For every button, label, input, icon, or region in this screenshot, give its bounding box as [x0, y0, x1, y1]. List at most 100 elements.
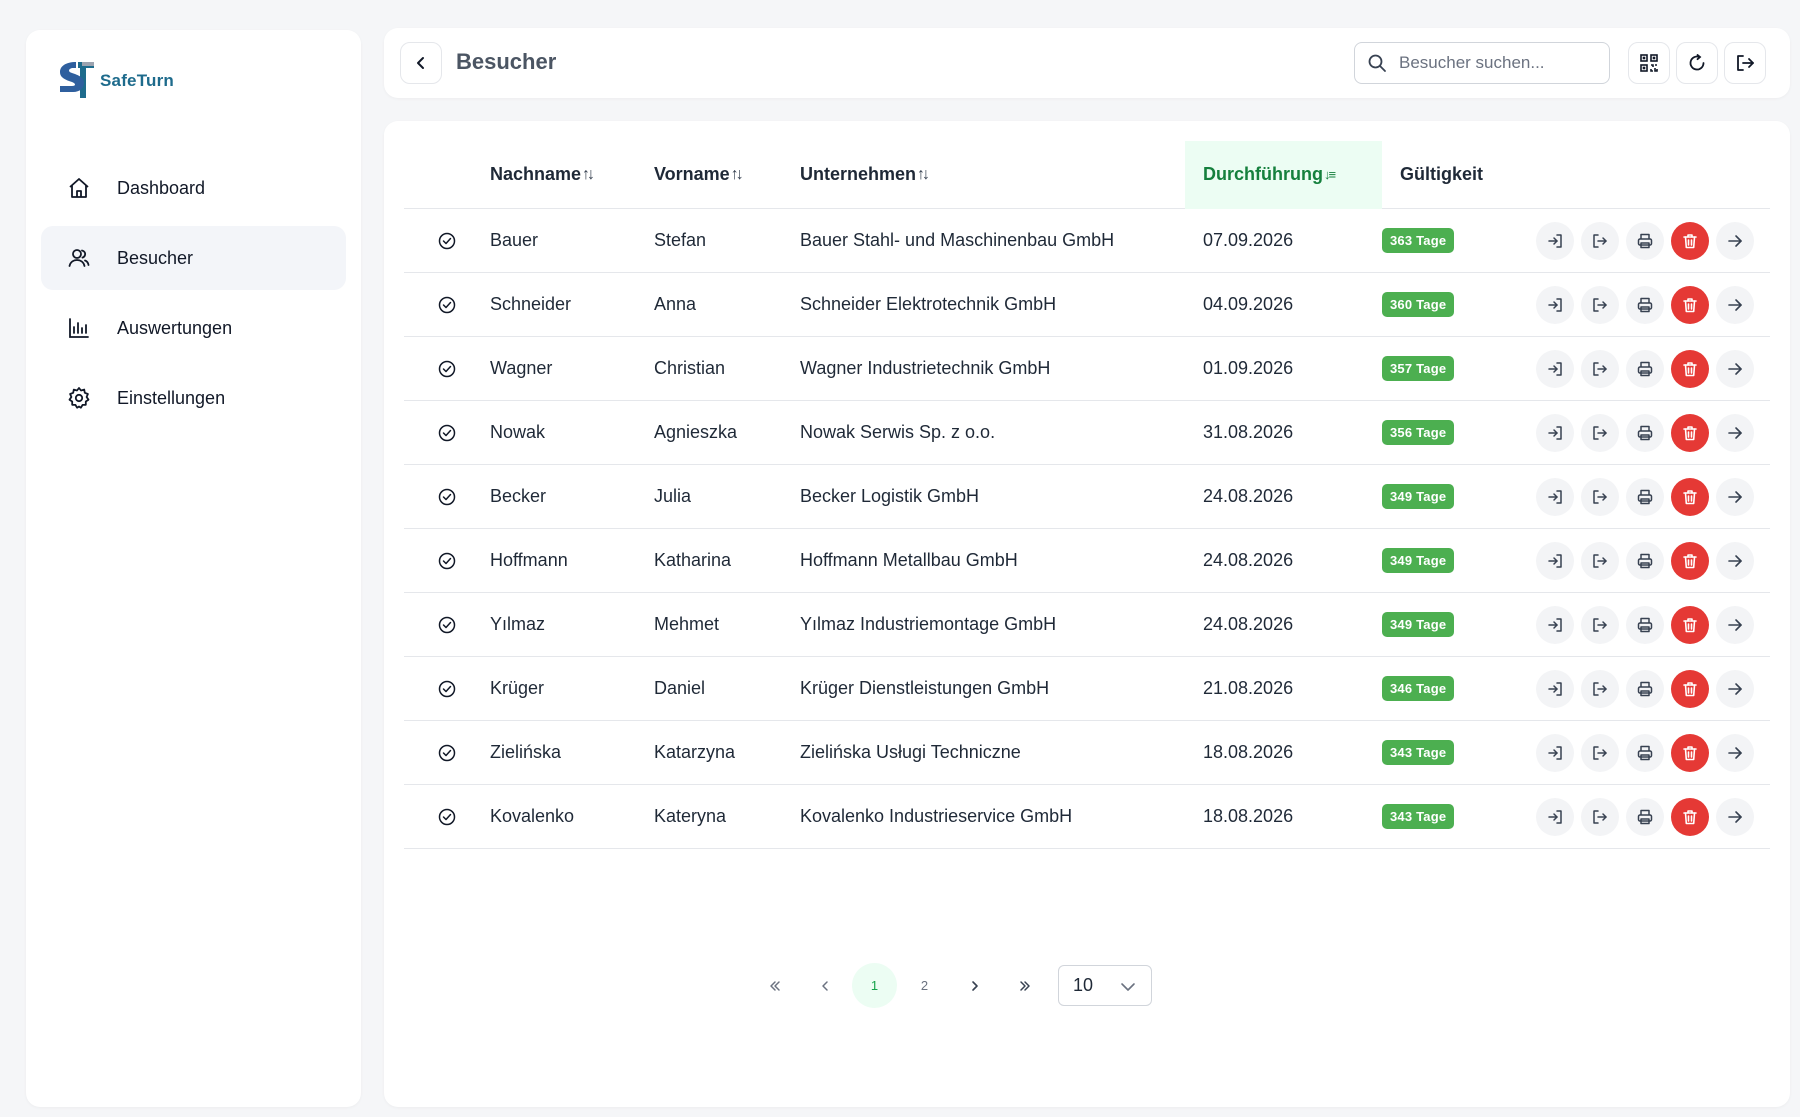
check-in-button[interactable]: [1536, 349, 1574, 388]
table-row[interactable]: Yılmaz Mehmet Yılmaz Industriemontage GmbH…: [404, 593, 1770, 657]
check-circle-icon[interactable]: [404, 295, 490, 315]
check-out-button[interactable]: [1581, 605, 1619, 644]
page-2-button[interactable]: 2: [902, 963, 947, 1008]
table-row[interactable]: Zielińska Katarzyna Zielińska Usługi Techn…: [404, 721, 1770, 785]
delete-button[interactable]: [1671, 797, 1709, 836]
sidebar-item-besucher[interactable]: Besucher: [41, 226, 346, 290]
check-in-button[interactable]: [1536, 413, 1574, 452]
column-header-unternehmen[interactable]: Unternehmen ↑↓: [800, 141, 1185, 209]
row-actions: [1522, 285, 1770, 324]
check-circle-icon[interactable]: [404, 807, 490, 827]
prev-page-button[interactable]: [802, 963, 847, 1008]
table-row[interactable]: Hoffmann Katharina Hoffmann Metallbau GmbH…: [404, 529, 1770, 593]
open-details-button[interactable]: [1716, 797, 1754, 836]
print-button[interactable]: [1626, 541, 1664, 580]
table-row[interactable]: Wagner Christian Wagner Industrietechnik G…: [404, 337, 1770, 401]
check-in-button[interactable]: [1536, 477, 1574, 516]
check-out-button[interactable]: [1581, 669, 1619, 708]
print-button[interactable]: [1626, 413, 1664, 452]
cell-gueltigkeit: 349 Tage: [1382, 548, 1522, 573]
check-circle-icon[interactable]: [404, 743, 490, 763]
cell-durchfuehrung: 24.08.2026: [1203, 486, 1294, 506]
table-row[interactable]: Krüger Daniel Krüger Dienstleistungen GmbH…: [404, 657, 1770, 721]
check-circle-icon[interactable]: [404, 615, 490, 635]
delete-button[interactable]: [1671, 349, 1709, 388]
back-button[interactable]: [400, 42, 442, 84]
check-out-button[interactable]: [1581, 733, 1619, 772]
check-circle-icon[interactable]: [404, 231, 490, 251]
check-out-icon: [1591, 488, 1609, 506]
table-row[interactable]: Kovalenko Kateryna Kovalenko Industrieserv…: [404, 785, 1770, 849]
open-details-button[interactable]: [1716, 413, 1754, 452]
open-details-button[interactable]: [1716, 285, 1754, 324]
delete-button[interactable]: [1671, 541, 1709, 580]
sidebar-item-dashboard[interactable]: Dashboard: [41, 156, 346, 220]
check-out-button[interactable]: [1581, 477, 1619, 516]
open-details-button[interactable]: [1716, 221, 1754, 260]
logo[interactable]: SafeTurn: [56, 58, 174, 100]
check-circle-icon[interactable]: [404, 487, 490, 507]
check-circle-icon[interactable]: [404, 423, 490, 443]
sidebar-item-auswertungen[interactable]: Auswertungen: [41, 296, 346, 360]
print-button[interactable]: [1626, 221, 1664, 260]
column-header-nachname[interactable]: Nachname ↑↓: [490, 141, 654, 209]
check-out-button[interactable]: [1581, 413, 1619, 452]
next-page-button[interactable]: [952, 963, 997, 1008]
sidebar-item-einstellungen[interactable]: Einstellungen: [41, 366, 346, 430]
check-circle-icon[interactable]: [404, 551, 490, 571]
delete-button[interactable]: [1671, 285, 1709, 324]
check-circle-icon[interactable]: [404, 679, 490, 699]
check-out-button[interactable]: [1581, 285, 1619, 324]
print-button[interactable]: [1626, 605, 1664, 644]
last-page-button[interactable]: [1002, 963, 1047, 1008]
pagination: 1 2 10: [384, 963, 1790, 1008]
print-button[interactable]: [1626, 797, 1664, 836]
qr-code-button[interactable]: [1628, 42, 1670, 84]
check-out-button[interactable]: [1581, 541, 1619, 580]
chevrons-left-icon: [769, 980, 780, 991]
delete-button[interactable]: [1671, 605, 1709, 644]
check-in-button[interactable]: [1536, 285, 1574, 324]
check-in-button[interactable]: [1536, 669, 1574, 708]
check-in-button[interactable]: [1536, 733, 1574, 772]
page-size-select[interactable]: 10: [1058, 965, 1152, 1006]
delete-button[interactable]: [1671, 413, 1709, 452]
search-input[interactable]: [1399, 53, 1589, 73]
open-details-button[interactable]: [1716, 477, 1754, 516]
print-button[interactable]: [1626, 733, 1664, 772]
check-out-button[interactable]: [1581, 221, 1619, 260]
open-details-button[interactable]: [1716, 349, 1754, 388]
table-row[interactable]: Becker Julia Becker Logistik GmbH 24.08.202…: [404, 465, 1770, 529]
check-in-button[interactable]: [1536, 221, 1574, 260]
table-row[interactable]: Nowak Agnieszka Nowak Serwis Sp. z o.o. 31.…: [404, 401, 1770, 465]
delete-button[interactable]: [1671, 477, 1709, 516]
delete-button[interactable]: [1671, 221, 1709, 260]
check-in-button[interactable]: [1536, 605, 1574, 644]
delete-button[interactable]: [1671, 733, 1709, 772]
check-out-button[interactable]: [1581, 797, 1619, 836]
page-1-button[interactable]: 1: [852, 963, 897, 1008]
first-page-button[interactable]: [752, 963, 797, 1008]
print-button[interactable]: [1626, 285, 1664, 324]
validity-badge: 356 Tage: [1382, 420, 1455, 445]
chevron-left-icon: [417, 57, 424, 69]
table-row[interactable]: Schneider Anna Schneider Elektrotechnik Gm…: [404, 273, 1770, 337]
logout-button[interactable]: [1724, 42, 1766, 84]
check-circle-icon[interactable]: [404, 359, 490, 379]
print-button[interactable]: [1626, 477, 1664, 516]
open-details-button[interactable]: [1716, 669, 1754, 708]
check-in-button[interactable]: [1536, 541, 1574, 580]
refresh-button[interactable]: [1676, 42, 1718, 84]
sort-icon: ↑↓: [730, 165, 744, 183]
print-button[interactable]: [1626, 669, 1664, 708]
check-in-button[interactable]: [1536, 797, 1574, 836]
open-details-button[interactable]: [1716, 605, 1754, 644]
open-details-button[interactable]: [1716, 733, 1754, 772]
column-header-vorname[interactable]: Vorname ↑↓: [654, 141, 800, 209]
column-header-durchfuehrung[interactable]: Durchführung ↓≡: [1185, 140, 1382, 209]
delete-button[interactable]: [1671, 669, 1709, 708]
check-out-button[interactable]: [1581, 349, 1619, 388]
table-row[interactable]: Bauer Stefan Bauer Stahl- und Maschinenbau…: [404, 209, 1770, 273]
open-details-button[interactable]: [1716, 541, 1754, 580]
print-button[interactable]: [1626, 349, 1664, 388]
